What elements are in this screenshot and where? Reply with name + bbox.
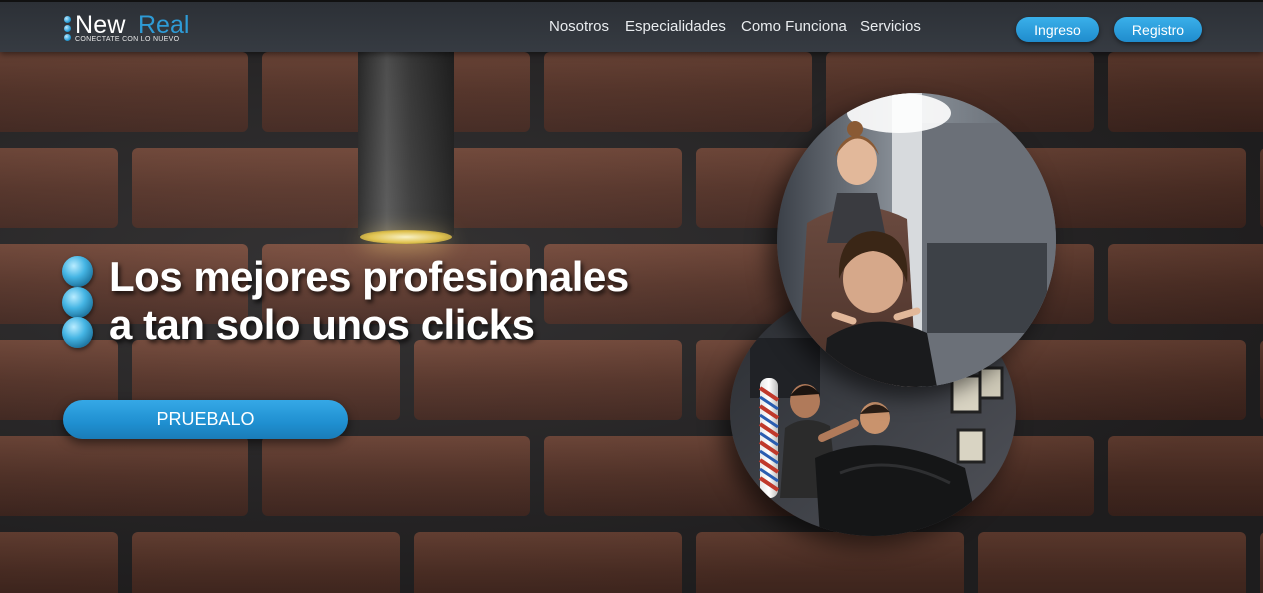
brick: [1108, 244, 1263, 324]
brick: [0, 52, 248, 132]
brick: [414, 148, 682, 228]
try-it-button[interactable]: PRUEBALO: [63, 400, 348, 439]
brick: [544, 52, 812, 132]
nav-link-nosotros[interactable]: Nosotros: [549, 18, 609, 35]
top-navbar: New Real CONECTATE CON LO NUEVO Nosotros…: [0, 0, 1263, 52]
brand-name-part2: Real: [138, 11, 190, 39]
brand-logo[interactable]: New Real CONECTATE CON LO NUEVO: [62, 10, 202, 48]
lamp-light: [360, 230, 452, 244]
brand-name-part1: New: [75, 11, 126, 39]
hairdresser-illustration: [777, 93, 1056, 387]
brick: [414, 340, 682, 420]
register-button[interactable]: Registro: [1114, 17, 1202, 42]
brand-tagline: CONECTATE CON LO NUEVO: [75, 36, 180, 43]
bullet-sphere-icon: [62, 256, 93, 287]
bullet-sphere-icon: [62, 317, 93, 348]
brick: [696, 532, 964, 593]
brick: [978, 340, 1246, 420]
logo-dots-icon: [64, 16, 72, 46]
headline-line-1: Los mejores profesionales: [109, 253, 629, 300]
hairdresser-photo: [777, 93, 1056, 387]
headline-bullets: [62, 256, 94, 348]
headline-line-2: a tan solo unos clicks: [109, 301, 535, 348]
brick: [1108, 52, 1263, 132]
login-button[interactable]: Ingreso: [1016, 17, 1099, 42]
brick: [0, 532, 118, 593]
brick: [414, 532, 682, 593]
hero-headline: Los mejores profesionales a tan solo uno…: [109, 253, 629, 349]
brick: [0, 148, 118, 228]
nav-link-como-funciona[interactable]: Como Funciona: [741, 18, 847, 35]
brick: [262, 436, 530, 516]
nav-link-especialidades[interactable]: Especialidades: [625, 18, 726, 35]
ceiling-lamp: [358, 50, 454, 246]
brick: [0, 436, 248, 516]
bullet-sphere-icon: [62, 287, 93, 318]
nav-link-servicios[interactable]: Servicios: [860, 18, 921, 35]
brick: [978, 532, 1246, 593]
brick: [1108, 436, 1263, 516]
brick: [132, 532, 400, 593]
lamp-shaft: [358, 50, 454, 235]
